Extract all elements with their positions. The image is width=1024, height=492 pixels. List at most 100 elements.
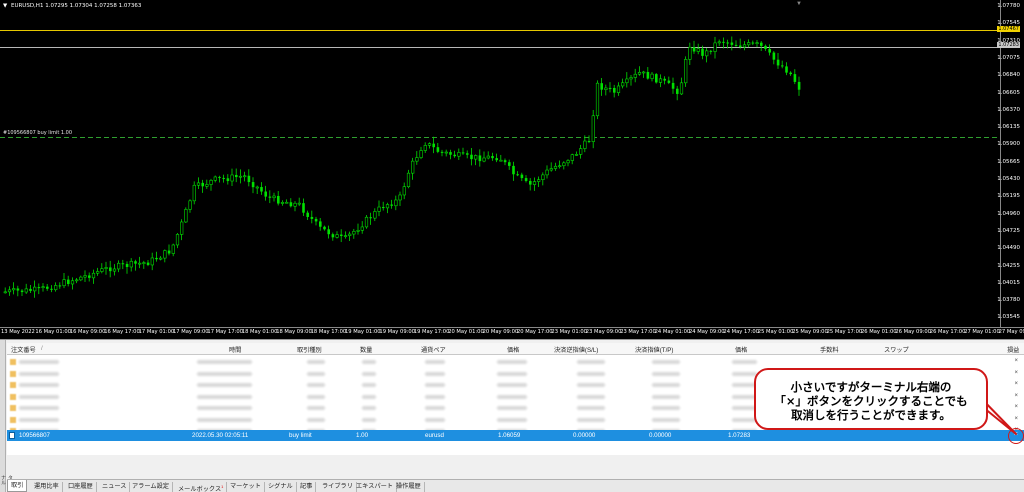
- tab-badge: 1: [221, 484, 224, 489]
- candle: [213, 175, 217, 183]
- tab-9[interactable]: ライブラリ: [319, 482, 357, 492]
- order-icon: [10, 416, 16, 423]
- tab-label: ライブラリ: [322, 483, 353, 490]
- candle: [772, 51, 776, 65]
- candle: [235, 168, 238, 183]
- candle: [537, 176, 541, 188]
- time-axis-label: 16 May 09:00: [69, 329, 106, 335]
- candle: [209, 178, 213, 191]
- time-axis-label: 19 May 17:00: [413, 329, 450, 335]
- candle: [730, 36, 734, 51]
- shift-marker-icon[interactable]: ▼: [796, 1, 802, 7]
- tab-6[interactable]: マーケット: [227, 482, 265, 492]
- price-axis-label: 1.03545: [997, 314, 1020, 321]
- candle: [532, 177, 537, 191]
- table-row-selected[interactable]: 109566807 2022.05.30 02:05:11 buy limit …: [7, 430, 1024, 441]
- col-ticket[interactable]: 注文番号: [11, 345, 36, 354]
- terminal-side-bar[interactable]: ターミナル: [0, 340, 13, 492]
- tab-1[interactable]: 運用比率: [31, 482, 63, 492]
- candle: [24, 283, 28, 295]
- blurred-cell: [307, 383, 325, 387]
- blurred-cell: [425, 360, 445, 364]
- time-axis-label: 17 May 09:00: [173, 329, 209, 335]
- candle: [167, 244, 171, 256]
- order-icon: [10, 393, 16, 400]
- row-close-icon[interactable]: ×: [1014, 370, 1018, 376]
- candle: [138, 256, 142, 269]
- tab-label: シグナル: [268, 483, 293, 490]
- blurred-cell: [197, 371, 252, 376]
- col-profit[interactable]: 損益: [1007, 345, 1019, 354]
- col-current-price[interactable]: 価格: [735, 345, 747, 354]
- price-axis-label: 1.06135: [997, 124, 1020, 131]
- price-axis-label: 1.06840: [997, 72, 1020, 79]
- candle: [713, 36, 717, 59]
- price-axis-label: 1.07075: [997, 54, 1020, 61]
- price-chart[interactable]: ▼ EURUSD,H1 1.07295 1.07304 1.07258 1.07…: [0, 0, 1024, 339]
- candle: [646, 67, 650, 80]
- candle: [453, 150, 456, 158]
- col-tp[interactable]: 決済指値(T/P): [635, 345, 674, 354]
- time-axis-label: 19 May 01:00: [345, 329, 381, 335]
- dropdown-triangle-icon[interactable]: ▼: [3, 3, 7, 9]
- candle: [16, 285, 20, 297]
- col-swap[interactable]: スワップ: [884, 345, 909, 354]
- price-axis-label: 1.04490: [997, 245, 1020, 252]
- col-time[interactable]: 時間: [229, 345, 241, 354]
- col-price[interactable]: 価格: [507, 345, 519, 354]
- candle: [268, 190, 272, 204]
- col-symbol[interactable]: 通貨ペア: [421, 345, 446, 354]
- candle: [159, 256, 163, 261]
- col-commission[interactable]: 手数料: [820, 345, 839, 354]
- blurred-cell: [197, 406, 252, 410]
- tab-10[interactable]: エキスパート: [353, 482, 397, 492]
- candle: [440, 149, 444, 157]
- blurred-cell: [19, 406, 59, 410]
- candle: [205, 179, 209, 189]
- candle: [285, 199, 289, 204]
- col-sl[interactable]: 決済逆指値(S/L): [554, 345, 598, 354]
- tab-0[interactable]: 取引: [7, 480, 28, 492]
- table-row[interactable]: ×: [7, 357, 1024, 367]
- blurred-cell: [425, 417, 445, 422]
- candle: [238, 169, 243, 184]
- candle: [343, 231, 348, 239]
- candle: [340, 229, 343, 243]
- tab-4[interactable]: アラーム設定: [129, 482, 173, 492]
- time-axis-label: 17 May 17:00: [207, 329, 243, 335]
- candle: [444, 149, 448, 157]
- tab-5[interactable]: メールボックス1: [175, 482, 228, 492]
- candle: [104, 261, 108, 275]
- price-axis-label: 1.06605: [997, 89, 1020, 96]
- candle: [398, 191, 402, 206]
- candle: [46, 283, 49, 291]
- time-axis-label: 18 May 09:00: [276, 329, 312, 335]
- tab-8[interactable]: 記事: [297, 482, 317, 492]
- tab-2[interactable]: 口座履歴: [65, 482, 97, 492]
- row-close-icon[interactable]: ×: [1014, 381, 1018, 387]
- col-volume[interactable]: 数量: [360, 345, 372, 354]
- candle: [633, 68, 637, 83]
- tab-3[interactable]: ニュース: [99, 482, 131, 492]
- candle: [579, 144, 583, 159]
- candle: [37, 283, 41, 295]
- row-close-icon[interactable]: ×: [1014, 404, 1018, 410]
- row-close-icon[interactable]: ×: [1014, 358, 1018, 364]
- candle: [474, 154, 478, 166]
- candle: [705, 47, 709, 63]
- blurred-cell: [577, 417, 605, 422]
- candle: [591, 109, 595, 149]
- candle: [323, 225, 326, 231]
- candle: [722, 37, 725, 49]
- price-axis-label: 1.03780: [997, 297, 1020, 304]
- row-close-icon[interactable]: ×: [1014, 416, 1018, 422]
- candle: [755, 40, 759, 48]
- candle: [70, 277, 75, 290]
- tab-11[interactable]: 操作履歴: [393, 482, 425, 492]
- row-close-icon[interactable]: ×: [1014, 393, 1018, 399]
- blurred-cell: [577, 406, 605, 410]
- tab-7[interactable]: シグナル: [265, 482, 297, 492]
- candle: [423, 142, 427, 154]
- candle: [58, 282, 62, 289]
- col-type[interactable]: 取引種別: [297, 345, 322, 354]
